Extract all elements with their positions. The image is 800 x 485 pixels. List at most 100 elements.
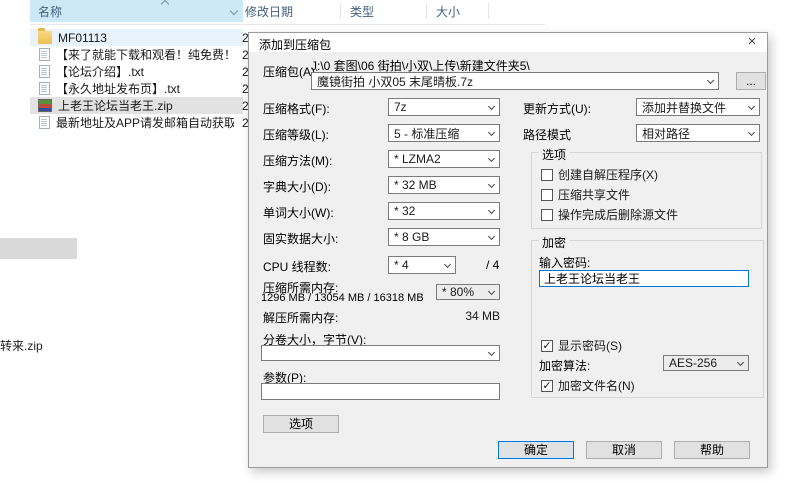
filter-chevron-icon[interactable]	[229, 6, 239, 16]
zip-archive-icon	[38, 99, 52, 112]
cpu-threads-combo[interactable]: * 4	[388, 256, 456, 274]
memory-decompress-label: 解压所需内存:	[263, 311, 339, 325]
chevron-down-icon	[747, 102, 756, 111]
file-name: 最新地址及APP请发邮箱自动获取！！！...	[56, 116, 234, 130]
level-label: 压缩等级(L):	[263, 128, 330, 142]
dialog-titlebar[interactable]: 添加到压缩包 ×	[249, 33, 767, 52]
encryption-method-label: 加密算法:	[539, 359, 591, 373]
create-sfx-checkbox[interactable]: 创建自解压程序(X)	[541, 166, 658, 183]
file-name: 【论坛介绍】.txt	[56, 65, 145, 79]
delete-after-checkbox[interactable]: 操作完成后删除源文件	[541, 206, 678, 223]
solid-block-value: * 8 GB	[394, 230, 430, 244]
word-size-label: 单词大小(W):	[263, 206, 334, 220]
archive-name-combo[interactable]: 魔镜街拍 小双05 末尾晴板.7z	[311, 72, 719, 90]
header-underline	[30, 24, 545, 25]
column-header-date[interactable]: 修改日期	[245, 0, 293, 22]
chevron-down-icon	[487, 128, 496, 137]
column-header-name[interactable]: 名称	[30, 0, 243, 22]
file-row-zip[interactable]: 上老王论坛当老王.zip 2	[30, 97, 249, 114]
text-file-icon	[39, 116, 50, 129]
encryption-group-title: 加密	[539, 234, 570, 251]
level-value: 5 - 标准压缩	[394, 126, 460, 141]
level-combo[interactable]: 5 - 标准压缩	[388, 124, 500, 142]
chevron-down-icon	[487, 102, 496, 111]
memory-percent-value: * 80%	[442, 285, 475, 299]
checkbox-icon[interactable]	[541, 188, 553, 201]
format-value: 7z	[394, 100, 407, 114]
file-row-mf01113[interactable]: MF01113 2	[30, 28, 249, 46]
file-row-txt-1[interactable]: 【来了就能下载和观看！纯免费！】.txt 2	[30, 46, 249, 63]
archive-name-value: 魔镜街拍 小双05 末尾晴板.7z	[317, 74, 474, 89]
memory-percent-combo[interactable]: * 80%	[436, 284, 500, 300]
password-label: 输入密码:	[539, 256, 591, 270]
column-header-name-label: 名称	[38, 4, 63, 19]
header-divider	[340, 3, 341, 19]
shared-files-label: 压缩共享文件	[558, 188, 631, 202]
file-row-txt-3[interactable]: 【永久地址发布页】.txt 2	[30, 80, 249, 97]
encrypt-names-checkbox[interactable]: ✓ 加密文件名(N)	[541, 377, 635, 394]
solid-block-combo[interactable]: * 8 GB	[388, 228, 500, 246]
text-file-icon	[39, 65, 50, 78]
cpu-threads-label: CPU 线程数:	[263, 260, 332, 274]
options-button[interactable]: 选项	[263, 415, 339, 433]
show-password-label: 显示密码(S)	[558, 339, 622, 353]
chevron-down-icon	[706, 76, 715, 85]
memory-decompress-value: 34 MB	[465, 309, 500, 323]
format-label: 压缩格式(F):	[263, 102, 330, 116]
desktop: 名称 修改日期 类型 大小 MF01113 2 【来了就能下载和观看！纯免费！】…	[0, 0, 800, 485]
path-mode-label: 路径模式	[523, 128, 572, 142]
dictionary-combo[interactable]: * 32 MB	[388, 176, 500, 194]
update-mode-label: 更新方式(U):	[523, 102, 591, 116]
file-row-txt-2[interactable]: 【论坛介绍】.txt 2	[30, 63, 249, 80]
cancel-button[interactable]: 取消	[586, 441, 662, 459]
format-combo[interactable]: 7z	[388, 98, 500, 116]
dictionary-label: 字典大小(D):	[263, 180, 331, 194]
delete-after-label: 操作完成后删除源文件	[558, 208, 679, 222]
column-header-size[interactable]: 大小	[436, 0, 460, 22]
password-input[interactable]	[539, 270, 749, 287]
header-divider	[426, 3, 427, 19]
file-row-txt-4[interactable]: 最新地址及APP请发邮箱自动获取！！！... 2	[30, 114, 249, 131]
dictionary-value: * 32 MB	[394, 178, 437, 192]
shared-files-checkbox[interactable]: 压缩共享文件	[541, 186, 630, 203]
memory-compress-detail: 1296 MB / 13054 MB / 16318 MB	[261, 292, 424, 304]
options-group-title: 选项	[539, 146, 570, 163]
cpu-threads-max: / 4	[486, 258, 500, 272]
browse-button[interactable]: ...	[736, 72, 766, 90]
checkbox-checked-icon[interactable]: ✓	[541, 379, 553, 392]
chevron-down-icon	[487, 180, 496, 189]
checkbox-icon[interactable]	[541, 168, 553, 181]
chevron-down-icon	[487, 206, 496, 215]
header-divider	[488, 3, 489, 19]
add-to-archive-dialog: 添加到压缩包 × 压缩包(A): J:\0 套图\06 街拍\小双\上传\新建文…	[248, 32, 768, 468]
chevron-down-icon	[487, 232, 496, 241]
method-combo[interactable]: * LZMA2	[388, 150, 500, 168]
encryption-method-value: AES-256	[669, 356, 718, 370]
encrypt-names-label: 加密文件名(N)	[558, 379, 635, 393]
close-icon[interactable]: ×	[739, 33, 765, 52]
dialog-title: 添加到压缩包	[259, 38, 332, 52]
volume-size-combo[interactable]	[261, 345, 500, 361]
show-password-checkbox[interactable]: ✓ 显示密码(S)	[541, 337, 622, 354]
chevron-down-icon	[487, 287, 496, 296]
word-size-value: * 32	[394, 204, 416, 218]
parameters-input[interactable]	[261, 383, 500, 400]
file-name: 【来了就能下载和观看！纯免费！】.txt	[56, 48, 234, 62]
chevron-down-icon	[736, 358, 745, 367]
column-header-type[interactable]: 类型	[350, 0, 374, 22]
checkbox-checked-icon[interactable]: ✓	[541, 339, 553, 352]
method-label: 压缩方法(M):	[263, 154, 333, 168]
chevron-down-icon	[747, 128, 756, 137]
text-file-icon	[39, 48, 50, 61]
path-mode-combo[interactable]: 相对路径	[636, 124, 760, 142]
help-button[interactable]: 帮助	[674, 441, 750, 459]
path-mode-value: 相对路径	[642, 126, 691, 141]
encryption-method-combo[interactable]: AES-256	[663, 355, 749, 371]
checkbox-icon[interactable]	[541, 208, 553, 221]
word-size-combo[interactable]: * 32	[388, 202, 500, 220]
chevron-down-icon	[443, 260, 452, 269]
update-mode-combo[interactable]: 添加并替换文件	[636, 98, 760, 116]
file-name: 【永久地址发布页】.txt	[56, 82, 181, 96]
solid-block-label: 固实数据大小:	[263, 232, 339, 246]
ok-button[interactable]: 确定	[498, 441, 574, 459]
